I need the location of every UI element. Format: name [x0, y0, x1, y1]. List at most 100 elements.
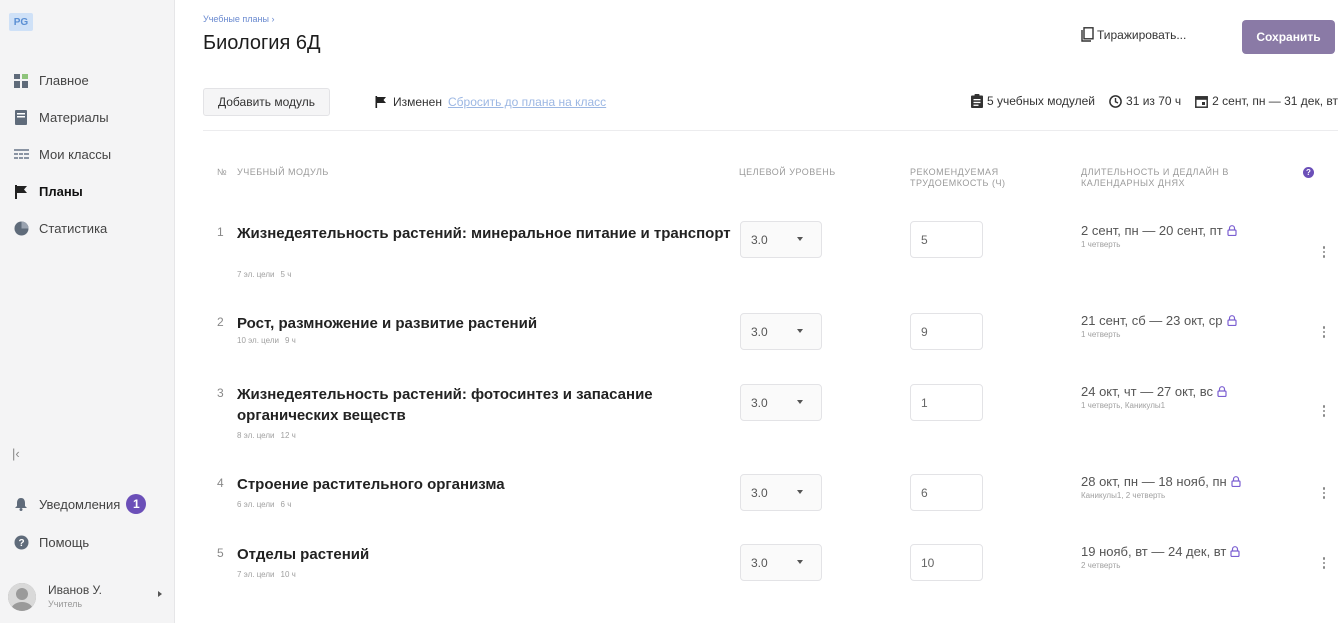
row-menu-icon[interactable] [1320, 245, 1328, 259]
col-header-hours: РЕКОМЕНДУЕМАЯ ТРУДОЕМКОСТЬ (Ч) [910, 167, 1006, 188]
row-menu-icon[interactable] [1320, 404, 1328, 418]
chevron-down-icon [797, 400, 803, 404]
toolbar: Добавить модуль Изменен Сбросить до план… [203, 88, 1338, 116]
hours-input[interactable] [910, 474, 983, 511]
row-number: 4 [217, 476, 224, 490]
module-meta: 7 эл. цели 5 ч [237, 270, 292, 279]
notifications-badge: 1 [126, 494, 147, 514]
col-header-deadline: ДЛИТЕЛЬНОСТЬ И ДЕДЛАЙН В КАЛЕНДАРНЫХ ДНЯ… [1081, 167, 1229, 188]
book-icon [13, 110, 29, 126]
user-role: Учитель [48, 599, 83, 609]
target-level-select[interactable]: 3.0 [740, 544, 822, 581]
svg-text:?: ? [18, 538, 24, 549]
deadline-range[interactable]: 28 окт, пн — 18 нояб, пн [1081, 474, 1241, 489]
calendar-icon [1195, 95, 1209, 108]
date-range: 2 сент, пн — 31 дек, вт [1195, 94, 1338, 108]
lock-icon [1227, 225, 1237, 236]
chevron-down-icon [797, 329, 803, 333]
lock-icon [1226, 315, 1237, 326]
collapse-sidebar-icon[interactable]: |‹ [12, 446, 20, 461]
row-number: 3 [217, 386, 224, 400]
modules-count: 5 учебных модулей [970, 94, 1095, 108]
flag-icon [13, 184, 29, 200]
col-header-level: ЦЕЛЕВОЙ УРОВЕНЬ [739, 167, 836, 177]
breadcrumb[interactable]: Учебные планы › [203, 14, 274, 24]
save-button[interactable]: Сохранить [1242, 20, 1335, 54]
sidebar-item-statistics[interactable]: Статистика [0, 210, 175, 247]
module-title[interactable]: Жизнедеятельность растений: минеральное … [237, 223, 737, 244]
module-title[interactable]: Отделы растений [237, 544, 737, 565]
divider [203, 130, 1338, 131]
user-menu[interactable]: Иванов У. Учитель [8, 583, 168, 611]
changed-label: Изменен [393, 95, 442, 109]
deadline-range[interactable]: 21 сент, сб — 23 окт, ср [1081, 313, 1237, 328]
chart-pie-icon [13, 221, 29, 237]
help-item[interactable]: ? Помощь [13, 534, 89, 550]
period-label: 1 четверть [1081, 330, 1121, 339]
period-label: 1 четверть [1081, 240, 1121, 249]
replicate-label: Тиражировать... [1097, 27, 1187, 42]
module-title[interactable]: Рост, размножение и развитие растений [237, 313, 737, 334]
app-logo[interactable]: PG [9, 13, 33, 31]
lock-icon [1230, 546, 1240, 557]
hours-input[interactable] [910, 221, 983, 258]
copy-icon [1081, 27, 1094, 42]
row-menu-icon[interactable] [1320, 325, 1328, 339]
replicate-button[interactable]: Тиражировать... [1081, 27, 1186, 42]
period-label: 1 четверть, Каникулы1 [1081, 401, 1166, 410]
reset-to-class-plan-link[interactable]: Сбросить до плана на класс [448, 95, 606, 109]
clock-icon [1109, 94, 1122, 108]
flag-icon [375, 96, 387, 108]
notifications-item[interactable]: Уведомления 1 [13, 494, 147, 514]
hours-input[interactable] [910, 384, 983, 421]
lock-icon [1217, 386, 1227, 397]
row-menu-icon[interactable] [1320, 556, 1328, 570]
module-title[interactable]: Жизнедеятельность растений: фотосинтез и… [237, 384, 737, 426]
module-meta: 6 эл. цели 6 ч [237, 500, 292, 509]
chevron-down-icon [797, 490, 803, 494]
sidebar: PG Главное Материалы Мои классы Планы Ст… [0, 0, 175, 623]
dashboard-icon [13, 73, 29, 89]
page-title: Биология 6Д [203, 32, 321, 54]
period-label: 2 четверть [1081, 561, 1121, 570]
help-label: Помощь [39, 534, 90, 550]
caret-right-icon [158, 591, 162, 597]
chevron-down-icon [797, 237, 803, 241]
sidebar-item-label: Главное [39, 73, 89, 88]
changed-status: Изменен Сбросить до плана на класс [375, 95, 606, 109]
row-number: 1 [217, 225, 224, 239]
sidebar-item-plans[interactable]: Планы [0, 173, 175, 210]
module-title[interactable]: Строение растительного организма [237, 474, 737, 495]
sidebar-item-classes[interactable]: Мои классы [0, 136, 175, 173]
sidebar-item-label: Статистика [39, 221, 108, 236]
target-level-select[interactable]: 3.0 [740, 384, 822, 421]
target-level-select[interactable]: 3.0 [740, 221, 822, 258]
deadline-range[interactable]: 2 сент, пн — 20 сент, пт [1081, 223, 1237, 238]
col-header-module: УЧЕБНЫЙ МОДУЛЬ [237, 167, 329, 177]
sidebar-item-label: Материалы [39, 110, 109, 125]
row-menu-icon[interactable] [1320, 486, 1328, 500]
module-meta: 7 эл. цели 10 ч [237, 570, 296, 579]
sidebar-item-label: Планы [39, 184, 83, 199]
add-module-button[interactable]: Добавить модуль [203, 88, 331, 116]
help-icon: ? [13, 534, 29, 550]
main-content: Учебные планы › Биология 6Д Тиражировать… [175, 0, 1338, 623]
sidebar-item-materials[interactable]: Материалы [0, 99, 175, 136]
plan-stats: 5 учебных модулей 31 из 70 ч 2 сент, пн … [957, 94, 1338, 108]
period-label: Каникулы1, 2 четверть [1081, 491, 1166, 500]
hours-input[interactable] [910, 544, 983, 581]
col-header-num: № [217, 167, 228, 177]
target-level-select[interactable]: 3.0 [740, 313, 822, 350]
hours-input[interactable] [910, 313, 983, 350]
deadline-range[interactable]: 24 окт, чт — 27 окт, вс [1081, 384, 1227, 399]
user-name: Иванов У. [48, 583, 102, 597]
clipboard-icon [970, 94, 983, 108]
target-level-select[interactable]: 3.0 [740, 474, 822, 511]
row-number: 5 [217, 546, 224, 560]
help-icon[interactable]: ? [1303, 167, 1314, 178]
row-number: 2 [217, 315, 224, 329]
deadline-range[interactable]: 19 нояб, вт — 24 дек, вт [1081, 544, 1240, 559]
sidebar-nav: Главное Материалы Мои классы Планы Стати… [0, 62, 175, 247]
chevron-down-icon [797, 560, 803, 564]
sidebar-item-home[interactable]: Главное [0, 62, 175, 99]
